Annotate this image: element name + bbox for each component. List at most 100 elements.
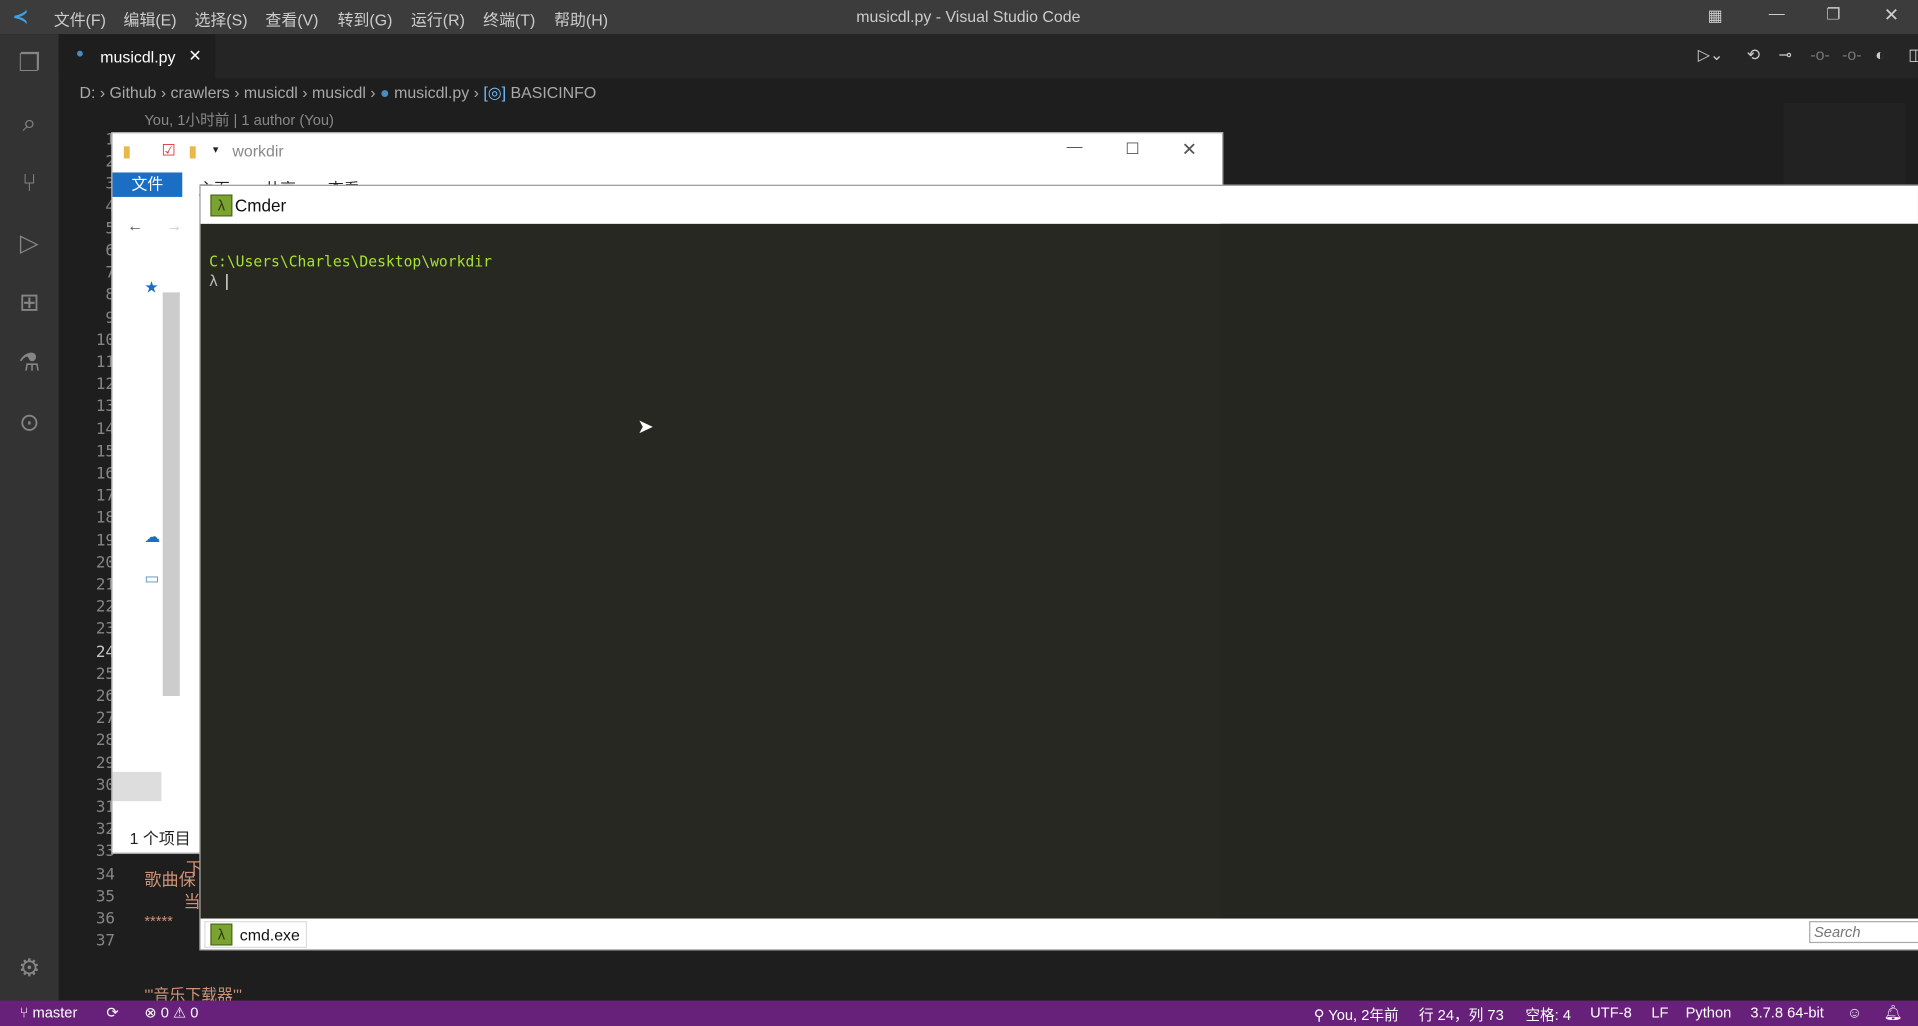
variable-icon: [◎] — [483, 83, 507, 102]
split-editor-icon[interactable]: ◫ — [1908, 45, 1918, 65]
python-interpreter[interactable]: 3.7.8 64-bit — [1750, 1004, 1823, 1021]
git-next-icon[interactable]: -o- — [1842, 45, 1861, 63]
gear-icon[interactable]: ⚙ — [15, 954, 44, 983]
cmder-window: λ Cmder C:\Users\Charles\Desktop\workdir… — [199, 184, 1918, 951]
timeline-icon[interactable]: ⟲ — [1747, 45, 1760, 65]
tab-label: musicdl.py — [100, 47, 176, 67]
menu-file[interactable]: 文件(F) — [54, 7, 106, 30]
menu-help[interactable]: 帮助(H) — [554, 7, 608, 30]
line-number: 9 — [105, 308, 115, 328]
line-number: 32 — [95, 820, 115, 840]
explorer-close-button[interactable]: ✕ — [1182, 138, 1197, 160]
menu-terminal[interactable]: 终端(T) — [483, 7, 535, 30]
line-number: 24 — [95, 642, 115, 662]
git-graph-icon[interactable]: ⊙ — [15, 409, 44, 438]
quick-access-dropdown-icon[interactable]: ▾ — [213, 143, 219, 156]
nav-item-selected[interactable] — [112, 771, 162, 802]
nav-pane-scrollbar[interactable] — [162, 292, 180, 697]
testing-icon[interactable]: ⚗ — [15, 349, 44, 378]
breadcrumb-item[interactable]: crawlers — [171, 83, 230, 101]
cursor — [226, 273, 229, 290]
activity-bar: ❐ ⌕ ⑂ ▷ ⊞ ⚗ ⊙ ⚙ — [0, 34, 59, 1001]
search-icon[interactable]: ⌕ — [15, 109, 44, 138]
line-number: 1 — [105, 130, 115, 150]
tab-close-button[interactable]: ✕ — [188, 46, 201, 66]
menu-view[interactable]: 查看(V) — [265, 7, 318, 30]
source-control-icon[interactable]: ⑂ — [15, 169, 44, 198]
line-number: 16 — [95, 464, 115, 484]
minimize-button[interactable]: — — [1769, 4, 1785, 22]
git-blame-item[interactable]: ⚲ You, 2年前 — [1314, 1004, 1399, 1025]
menu-selection[interactable]: 选择(S) — [194, 7, 247, 30]
python-file-icon: ● — [380, 83, 390, 102]
forward-button[interactable]: → — [166, 217, 182, 235]
explorer-maximize-button[interactable]: ☐ — [1125, 139, 1139, 159]
line-number: 8 — [105, 286, 115, 306]
tab-label: cmd.exe — [239, 925, 300, 945]
sync-icon[interactable]: ⟳ — [106, 1004, 118, 1021]
codelens-blame[interactable]: You, 1小时前 | 1 author (You) — [144, 109, 334, 130]
terminal-area[interactable]: C:\Users\Charles\Desktop\workdir λ ➤ — [200, 223, 1918, 919]
layout-icon[interactable]: ▦ — [1708, 6, 1723, 26]
git-prev-icon[interactable]: -o- — [1810, 45, 1829, 63]
restore-button[interactable]: ❐ — [1826, 5, 1840, 25]
cursor-position[interactable]: 行 24，列 73 — [1419, 1004, 1504, 1025]
breadcrumb-item[interactable]: Github — [110, 83, 157, 101]
quick-access-star-icon[interactable]: ★ — [144, 278, 158, 298]
breadcrumb: D: › Github › crawlers › musicdl › music… — [79, 83, 597, 102]
menu-edit[interactable]: 编辑(E) — [124, 7, 177, 30]
properties-icon[interactable]: ☑ — [161, 141, 175, 161]
code-line-32: 歌曲保 — [144, 869, 196, 890]
feedback-icon[interactable]: ☺ — [1847, 1004, 1862, 1021]
close-window-button[interactable]: ✕ — [1884, 4, 1899, 26]
branch-icon: ⑂ — [19, 1004, 29, 1022]
prompt-lambda: λ — [209, 273, 229, 290]
line-number: 34 — [95, 865, 115, 884]
terminal-region — [1220, 223, 1918, 919]
window-title: musicdl.py - Visual Studio Code — [856, 7, 1081, 26]
menu-run[interactable]: 运行(R) — [411, 7, 465, 30]
prompt-path: C:\Users\Charles\Desktop\workdir — [209, 253, 492, 271]
compare-icon[interactable]: ◐ — [1875, 45, 1885, 63]
this-pc-icon[interactable]: ▭ — [144, 569, 159, 589]
new-folder-icon[interactable]: ▮ — [188, 142, 197, 162]
onedrive-icon[interactable]: ☁ — [144, 527, 160, 547]
tab-musicdl-py[interactable]: ● musicdl.py ✕ — [58, 34, 216, 79]
search-input[interactable] — [1809, 921, 1918, 944]
line-number: 6 — [105, 242, 115, 261]
breadcrumb-item[interactable]: D: — [80, 83, 96, 101]
line-number: 33 — [95, 843, 115, 862]
bell-icon[interactable]: 🔔︎ — [1884, 1004, 1903, 1021]
line-number: 35 — [95, 887, 115, 907]
breadcrumb-item[interactable]: musicdl — [244, 83, 298, 101]
breadcrumb-item[interactable]: musicdl — [312, 83, 366, 101]
tab-cmd-exe[interactable]: λ cmd.exe — [204, 921, 308, 948]
minimap[interactable] — [1783, 102, 1906, 189]
indentation[interactable]: 空格: 4 — [1525, 1004, 1571, 1025]
explorer-icon[interactable]: ❐ — [15, 49, 44, 78]
breadcrumb-item[interactable]: musicdl.py — [394, 83, 469, 101]
line-number: 37 — [95, 932, 115, 951]
problems-item[interactable]: ⊗ 0 ⚠ 0 — [144, 1004, 198, 1021]
branch-item[interactable]: ⑂ master — [20, 1004, 78, 1021]
extensions-icon[interactable]: ⊞ — [15, 289, 44, 318]
cmder-lambda-icon: λ — [210, 194, 233, 217]
line-number: 15 — [95, 442, 115, 461]
back-button[interactable]: ← — [127, 217, 143, 235]
breadcrumb-item[interactable]: BASICINFO — [511, 83, 597, 101]
git-commit-icon[interactable]: ⊸ — [1779, 45, 1792, 65]
explorer-minimize-button[interactable]: — — [1067, 137, 1083, 155]
line-number: 10 — [95, 331, 115, 350]
line-number: 29 — [95, 754, 115, 773]
encoding[interactable]: UTF-8 — [1590, 1004, 1632, 1021]
run-debug-icon[interactable]: ▷ — [15, 229, 44, 258]
menu-go[interactable]: 转到(G) — [338, 7, 393, 30]
run-icon[interactable]: ▷⌄ — [1698, 45, 1724, 65]
line-number: 5 — [105, 219, 115, 239]
language-mode[interactable]: Python — [1686, 1004, 1732, 1021]
line-number: 26 — [95, 687, 115, 706]
line-ending[interactable]: LF — [1651, 1004, 1668, 1021]
ribbon-tab-file[interactable]: 文件 — [112, 172, 183, 197]
line-number: 18 — [95, 509, 115, 528]
line-number: 2 — [105, 153, 115, 172]
